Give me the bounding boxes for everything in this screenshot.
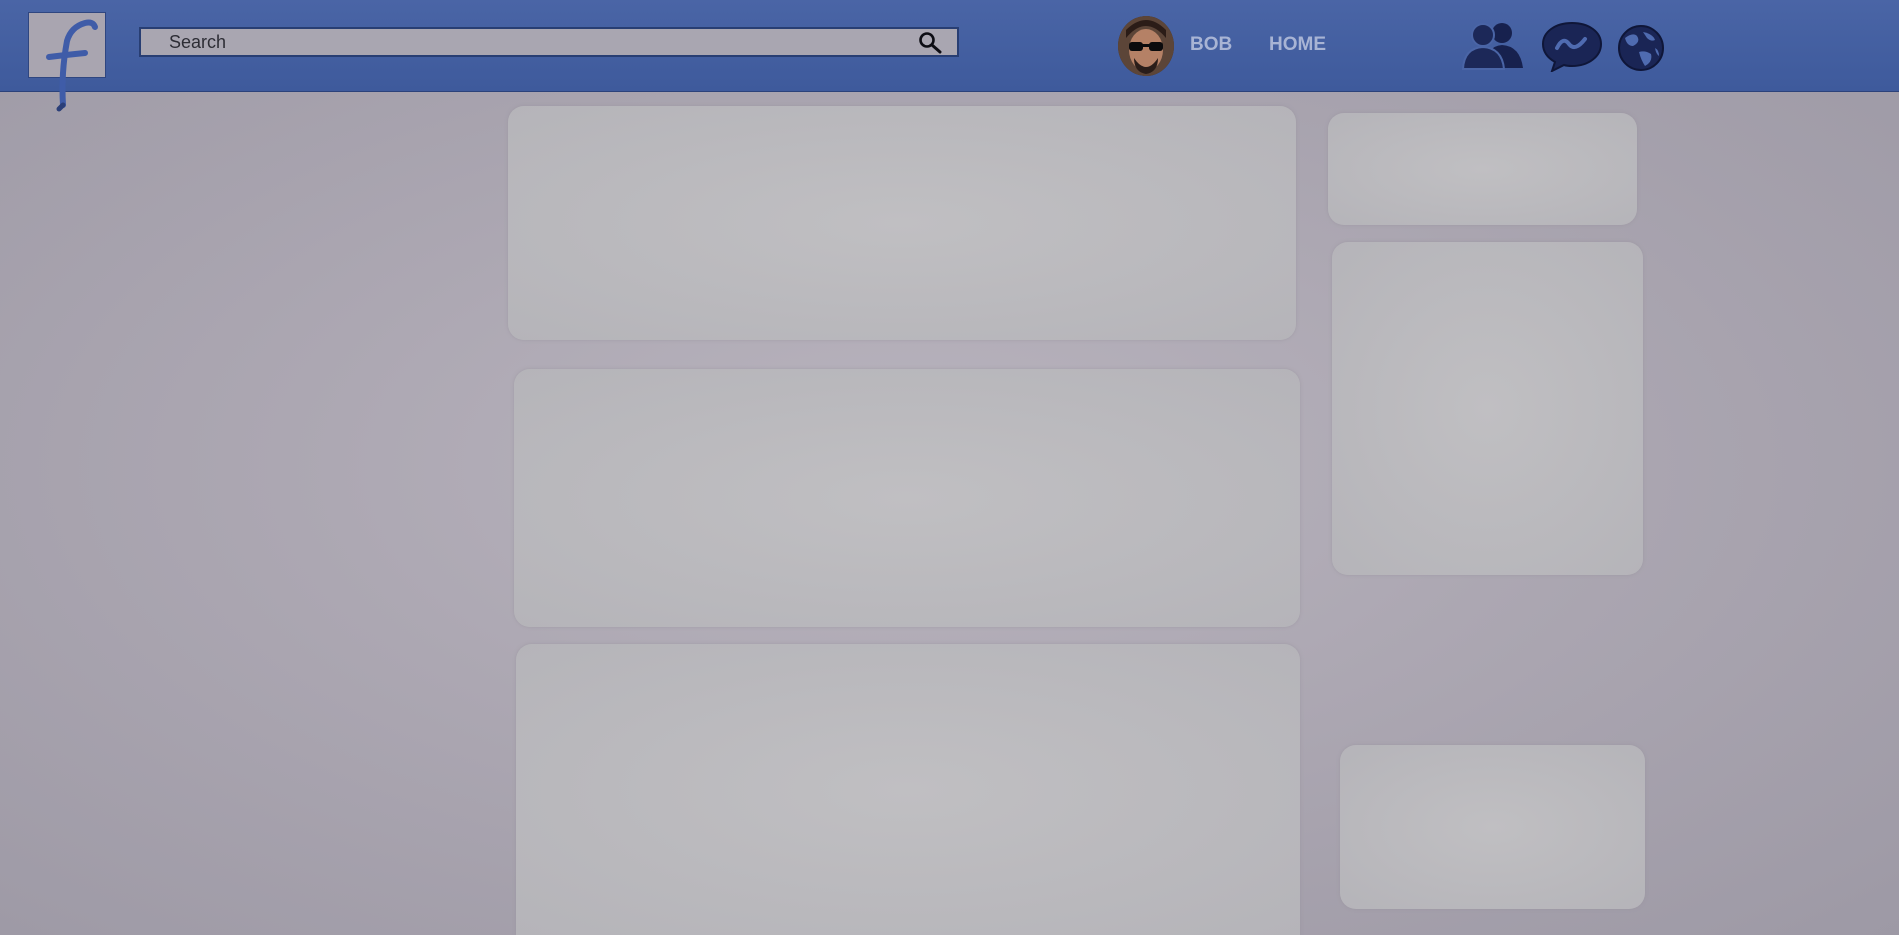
feed-post <box>514 369 1300 627</box>
search-icon[interactable] <box>917 31 943 55</box>
sidebar-panel <box>1340 745 1645 909</box>
globe-icon[interactable] <box>1615 24 1667 72</box>
sidebar-panel <box>1328 113 1637 225</box>
messages-icon[interactable] <box>1540 20 1604 72</box>
search-bar <box>139 27 959 57</box>
top-navigation-bar: BOB HOME <box>0 0 1899 112</box>
search-input[interactable] <box>169 29 889 55</box>
avatar[interactable] <box>1118 16 1174 76</box>
feed-post <box>508 106 1296 340</box>
profile-photo-icon <box>1118 16 1174 76</box>
app-logo[interactable] <box>28 12 106 112</box>
nav-home-link[interactable]: HOME <box>1269 33 1326 57</box>
friends-icon[interactable] <box>1462 20 1524 70</box>
feed-post <box>516 644 1300 935</box>
logo-f-icon <box>46 19 98 112</box>
sidebar-panel <box>1332 242 1643 575</box>
nav-profile-link[interactable]: BOB <box>1190 33 1232 57</box>
